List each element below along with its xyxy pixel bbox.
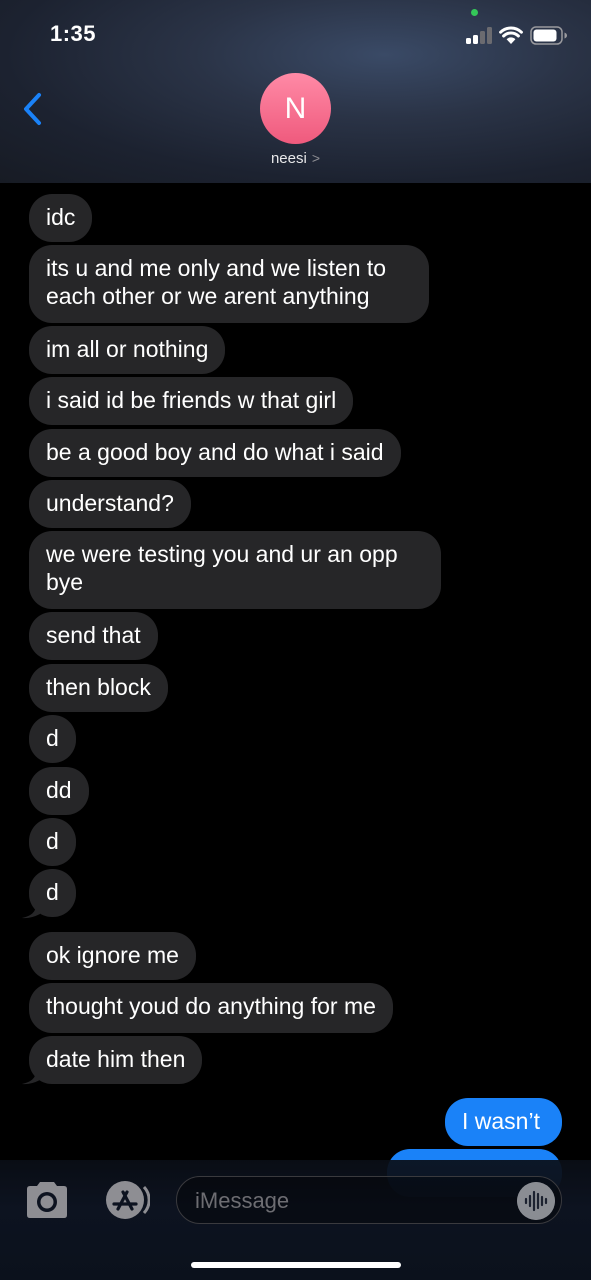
bubble-tail xyxy=(22,1063,40,1085)
message-bubble-received[interactable]: idc xyxy=(29,194,93,242)
avatar-initial: N xyxy=(284,91,307,125)
message-bubble-received[interactable]: then block xyxy=(29,664,168,712)
message-bubble-received[interactable]: ok ignore me xyxy=(29,932,196,980)
audio-waveform-icon[interactable] xyxy=(517,1182,555,1220)
app-store-icon[interactable] xyxy=(100,1180,150,1220)
message-bubble-received[interactable]: i said id be friends w that girl xyxy=(29,377,354,425)
camera-icon[interactable] xyxy=(24,1181,70,1219)
home-indicator[interactable] xyxy=(191,1262,401,1268)
conversation-header: 1:35 N neesi > xyxy=(0,0,591,183)
imessage-placeholder: iMessage xyxy=(195,1188,290,1213)
message-bubble-received[interactable]: d xyxy=(29,715,76,763)
contact-name: neesi xyxy=(270,150,307,167)
message-bubble-received[interactable]: dd xyxy=(29,767,89,815)
back-chevron-icon[interactable] xyxy=(20,92,46,126)
bubble-tail xyxy=(22,897,40,919)
contact-name-button[interactable]: neesi > xyxy=(0,150,591,167)
contact-avatar[interactable]: N xyxy=(260,73,331,144)
privacy-indicator-dot xyxy=(471,9,478,16)
message-bubble-received[interactable]: im all or nothing xyxy=(29,326,226,374)
message-bubble-received[interactable]: we were testing you and ur an opp bye xyxy=(29,531,441,609)
message-bubble-received[interactable]: thought youd do anything for me xyxy=(29,983,393,1033)
battery-icon xyxy=(530,26,567,45)
message-bubble-received[interactable]: its u and me only and we listen to each … xyxy=(29,245,429,323)
message-bubble-received[interactable]: d xyxy=(29,818,76,866)
imessage-input[interactable]: iMessage xyxy=(176,1176,562,1224)
message-bubble-received[interactable]: understand? xyxy=(29,480,191,528)
message-bubble-sent[interactable]: I wasn’t xyxy=(445,1098,562,1146)
status-bar: 1:35 xyxy=(0,0,591,70)
message-bubble-received[interactable]: date him then xyxy=(29,1036,203,1084)
cellular-signal-icon xyxy=(466,27,493,44)
wifi-icon xyxy=(499,26,523,44)
status-time: 1:35 xyxy=(50,21,97,46)
message-bubble-received[interactable]: send that xyxy=(29,612,158,660)
chevron-right-icon: > xyxy=(311,150,321,166)
message-bubble-received[interactable]: be a good boy and do what i said xyxy=(29,429,401,477)
